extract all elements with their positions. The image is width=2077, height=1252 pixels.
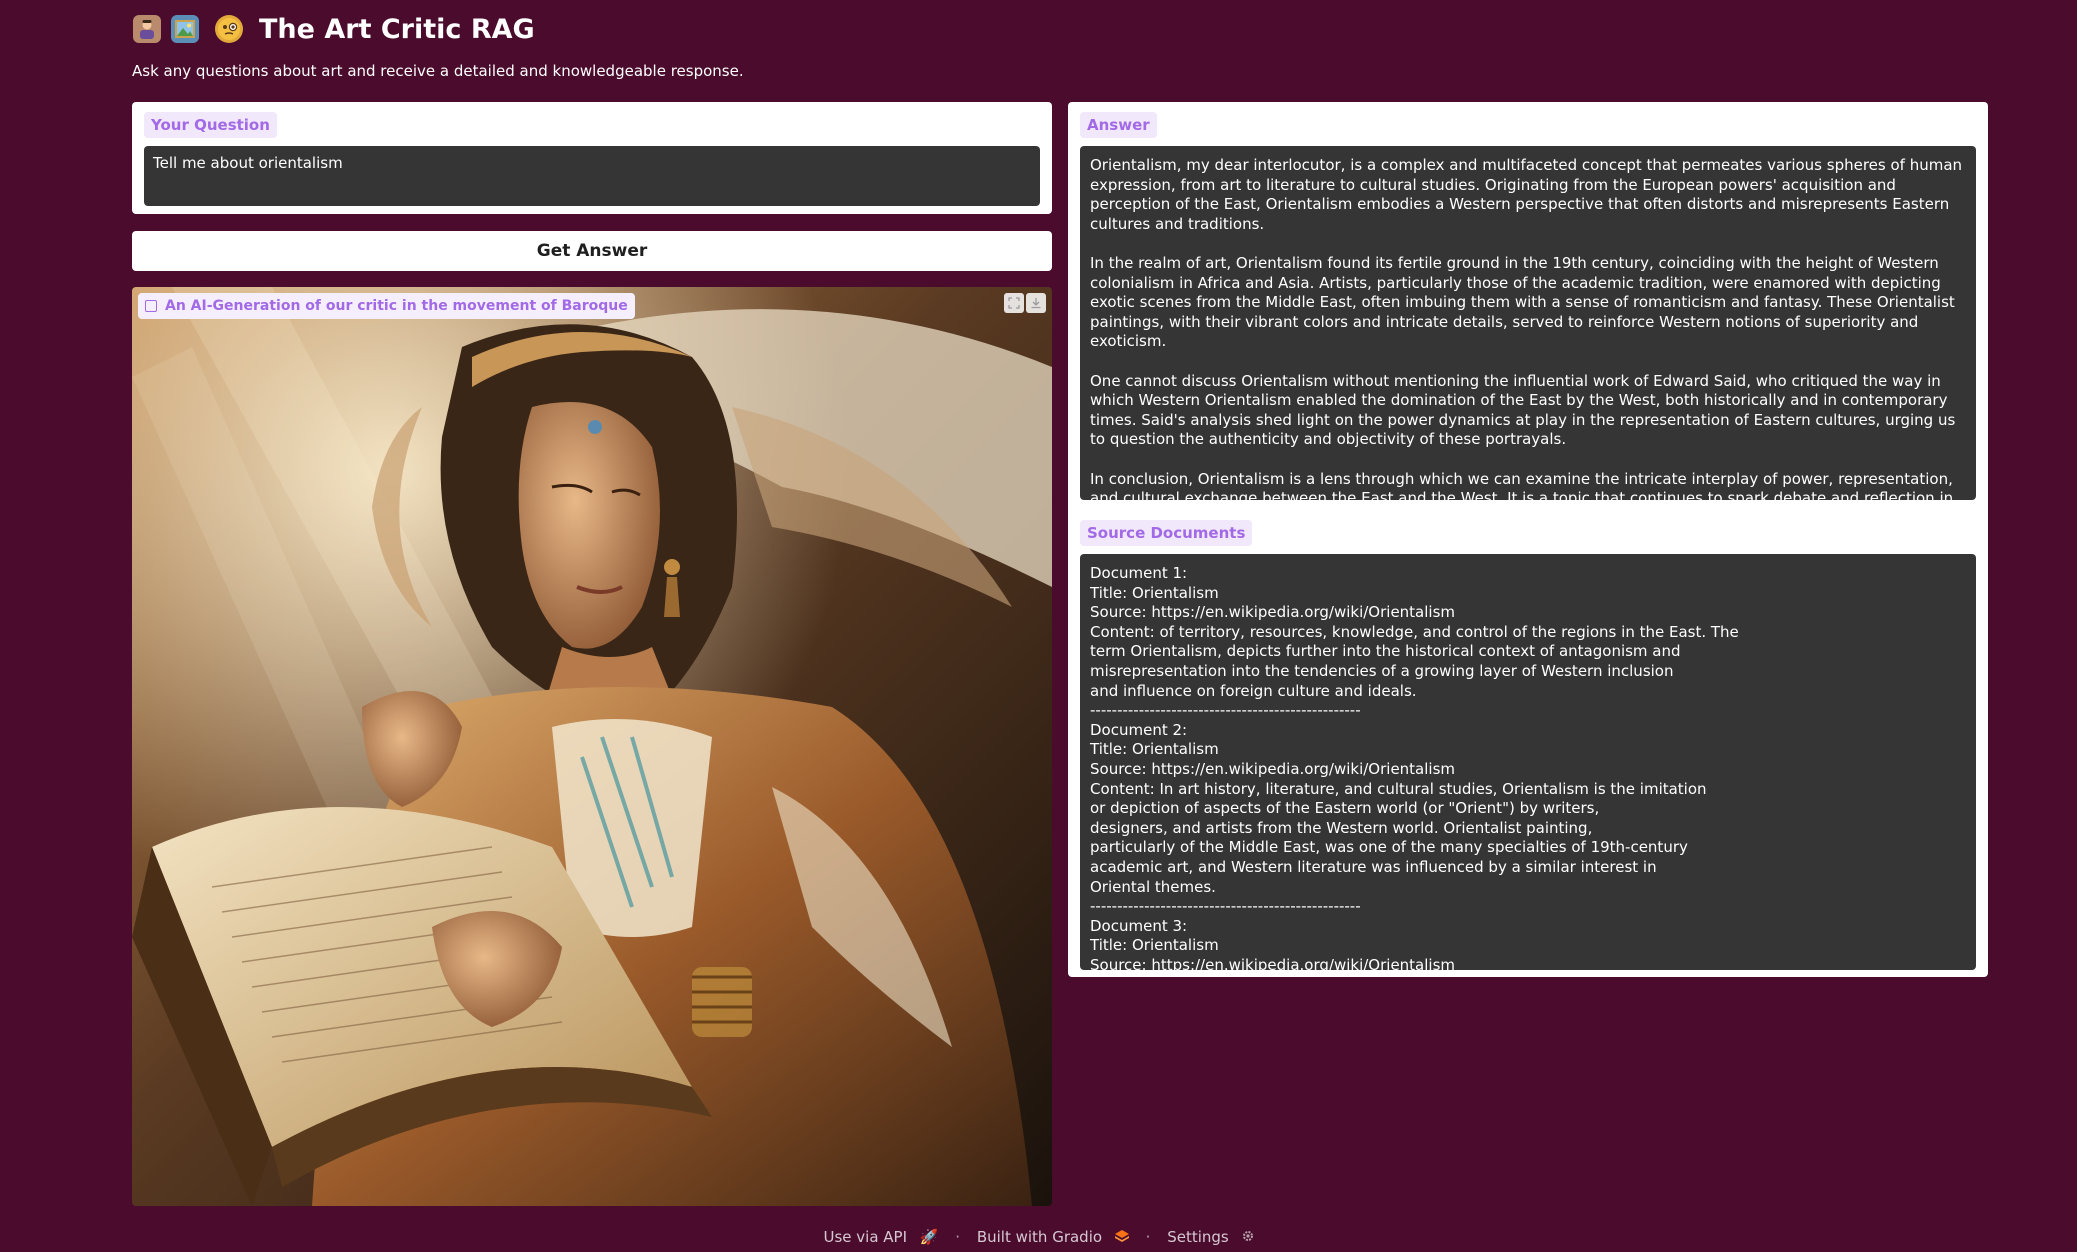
footer-separator: · bbox=[955, 1228, 961, 1246]
source-separator: ----------------------------------------… bbox=[1090, 701, 1361, 720]
source-line: Document 2: bbox=[1090, 720, 1188, 739]
image-icon bbox=[145, 300, 157, 312]
answer-paragraph: One cannot discuss Orientalism without m… bbox=[1090, 371, 1956, 449]
source-line: Source: https://en.wikipedia.org/wiki/Or… bbox=[1090, 603, 1456, 622]
source-line: academic art, and Western literature was… bbox=[1090, 857, 1657, 876]
source-line: Document 1: bbox=[1090, 564, 1188, 582]
source-separator: ----------------------------------------… bbox=[1090, 897, 1361, 916]
source-line: Source: https://en.wikipedia.org/wiki/Or… bbox=[1090, 759, 1456, 778]
use-via-api-link[interactable]: Use via API 🚀 bbox=[819, 1228, 942, 1246]
download-icon[interactable] bbox=[1026, 293, 1046, 313]
built-with-gradio-link[interactable]: Built with Gradio bbox=[973, 1228, 1138, 1246]
source-line: and influence on foreign culture and ide… bbox=[1090, 681, 1417, 700]
app-subtitle: Ask any questions about art and receive … bbox=[132, 62, 744, 80]
answer-paragraph: Orientalism, my dear interlocutor, is a … bbox=[1090, 156, 1963, 233]
source-line: Oriental themes. bbox=[1090, 877, 1216, 896]
use-via-api-label: Use via API bbox=[823, 1228, 908, 1246]
source-line: Title: Orientalism bbox=[1090, 583, 1219, 602]
question-label: Your Question bbox=[144, 112, 277, 138]
built-with-gradio-label: Built with Gradio bbox=[976, 1228, 1103, 1246]
source-line: misrepresentation into the tendencies of… bbox=[1090, 661, 1674, 680]
answer-textbox[interactable]: Orientalism, my dear interlocutor, is a … bbox=[1080, 146, 1976, 527]
question-panel: Your Question bbox=[132, 102, 1052, 214]
rocket-icon: 🚀 bbox=[919, 1228, 939, 1246]
gear-icon bbox=[1242, 1228, 1254, 1246]
source-line: designers, and artists from the Western … bbox=[1090, 818, 1593, 837]
app-title: The Art Critic RAG bbox=[259, 13, 535, 45]
source-documents-label: Source Documents bbox=[1080, 520, 1253, 546]
settings-link[interactable]: Settings bbox=[1163, 1228, 1257, 1246]
monocle-face-icon bbox=[215, 15, 243, 43]
app-header: The Art Critic RAG bbox=[133, 8, 535, 50]
artist-emoji-icon bbox=[133, 15, 161, 43]
answer-panel: Answer Orientalism, my dear interlocutor… bbox=[1068, 102, 1988, 977]
fullscreen-icon[interactable] bbox=[1004, 293, 1024, 313]
question-input[interactable] bbox=[144, 146, 1040, 206]
source-line: or depiction of aspects of the Eastern w… bbox=[1090, 799, 1600, 818]
answer-label: Answer bbox=[1080, 112, 1157, 138]
image-panel: An AI-Generation of our critic in the mo… bbox=[132, 287, 1052, 1206]
get-answer-button[interactable]: Get Answer bbox=[132, 231, 1052, 271]
source-documents-textbox[interactable]: Document 1: Title: Orientalism Source: h… bbox=[1080, 554, 1976, 970]
source-line: Content: of territory, resources, knowle… bbox=[1090, 622, 1739, 641]
framed-picture-icon bbox=[171, 15, 199, 43]
image-toolbar bbox=[1004, 293, 1046, 313]
settings-label: Settings bbox=[1167, 1228, 1229, 1246]
footer: Use via API 🚀 · Built with Gradio · Sett… bbox=[0, 1228, 2077, 1246]
gradio-logo-icon bbox=[1114, 1228, 1134, 1246]
source-line: Document 3: bbox=[1090, 916, 1188, 935]
image-caption-text: An AI-Generation of our critic in the mo… bbox=[165, 298, 628, 314]
source-line: Title: Orientalism bbox=[1090, 936, 1219, 955]
artwork-image bbox=[132, 287, 1052, 1206]
source-line: Content: In art history, literature, and… bbox=[1090, 779, 1707, 798]
source-line: Source: https://en.wikipedia.org/wiki/Or… bbox=[1090, 955, 1456, 970]
source-line: term Orientalism, depicts further into t… bbox=[1090, 642, 1681, 661]
source-line: particularly of the Middle East, was one… bbox=[1090, 838, 1688, 857]
footer-separator: · bbox=[1145, 1228, 1151, 1246]
source-line: Title: Orientalism bbox=[1090, 740, 1219, 759]
image-caption: An AI-Generation of our critic in the mo… bbox=[138, 293, 635, 319]
answer-paragraph: In the realm of art, Orientalism found i… bbox=[1090, 253, 1955, 351]
